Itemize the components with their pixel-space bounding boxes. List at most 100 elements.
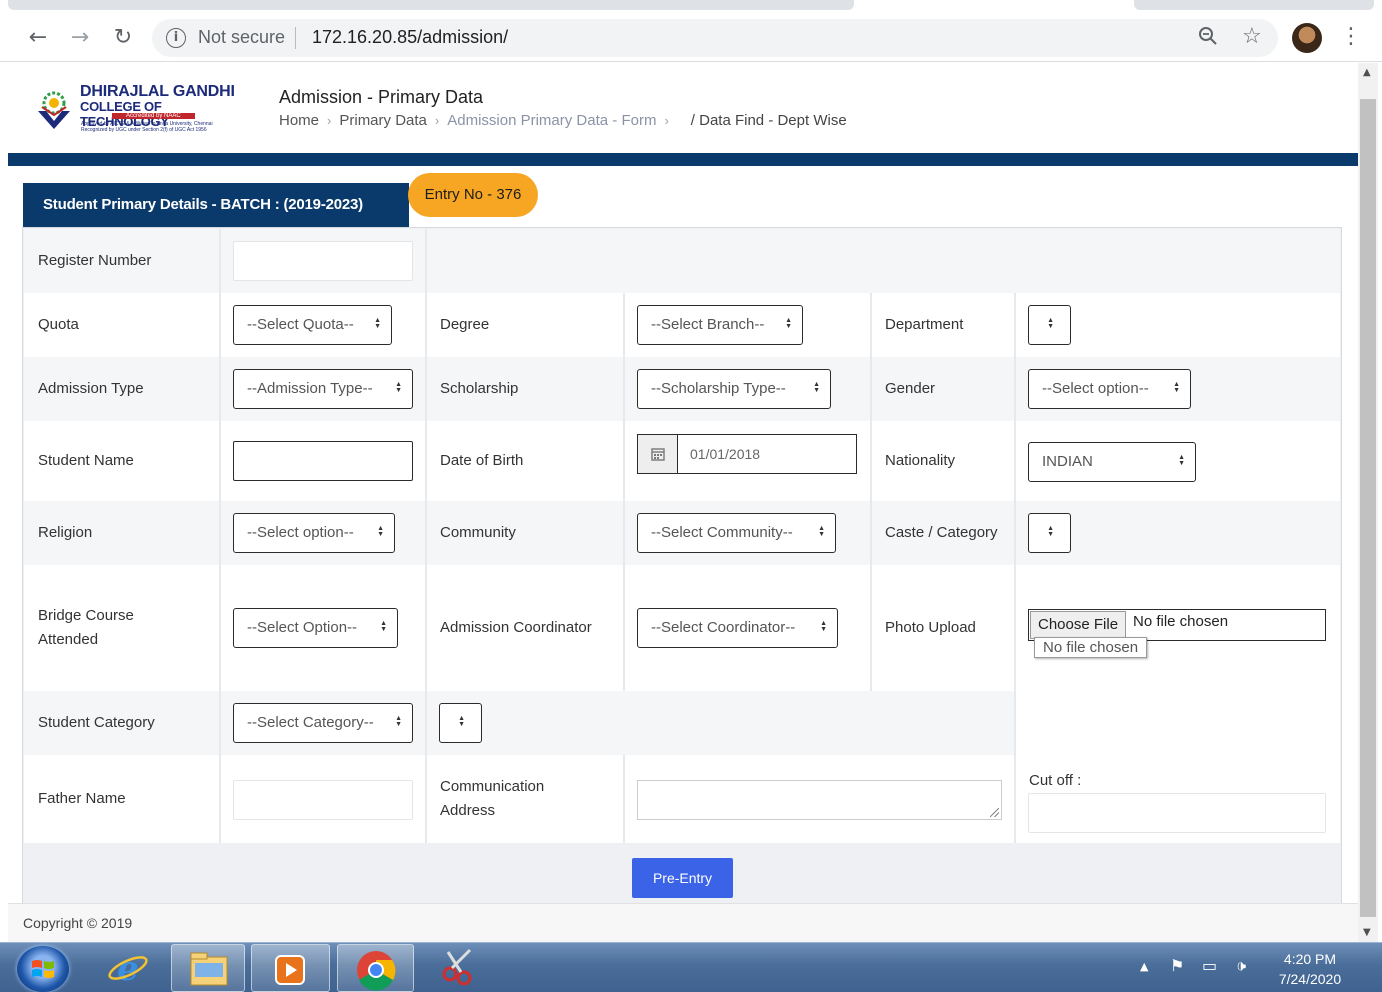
input-cell: --Select option-- ▲ ▼ bbox=[1016, 357, 1340, 421]
scrollbar-thumb[interactable] bbox=[1360, 99, 1376, 917]
calendar-icon[interactable] bbox=[637, 434, 677, 474]
divider bbox=[295, 27, 296, 49]
input-cell: --Select Community-- ▲ ▼ bbox=[625, 501, 872, 565]
sort-arrows-icon: ▲ ▼ bbox=[380, 620, 387, 634]
input-cell: ▲ ▼ bbox=[1016, 501, 1340, 565]
input-cell bbox=[221, 755, 427, 843]
file-explorer-taskbar-icon[interactable] bbox=[171, 944, 245, 992]
admission-type-label: Admission Type bbox=[38, 380, 144, 397]
internet-explorer-taskbar-icon[interactable]: e bbox=[100, 944, 156, 992]
scroll-up-icon[interactable]: ▲ bbox=[1363, 67, 1371, 78]
student-category-value: --Select Category-- bbox=[247, 714, 374, 731]
register-number-input[interactable] bbox=[233, 241, 413, 281]
address-label: Communication Address bbox=[440, 775, 544, 823]
form-row: Student Category --Select Category-- ▲ ▼ ▲… bbox=[24, 691, 1340, 755]
caste-label: Caste / Category bbox=[885, 524, 998, 541]
sort-arrows-icon: ▲ ▼ bbox=[1047, 525, 1054, 539]
dob-input[interactable]: 01/01/2018 bbox=[677, 434, 857, 474]
browser-tab[interactable] bbox=[1134, 0, 1374, 10]
windows-taskbar: e ▲ ⚑ ▭ 🕩 4:20 PM 7/24/2020 bbox=[0, 942, 1382, 992]
header-band bbox=[8, 153, 1358, 166]
student-name-input[interactable] bbox=[233, 441, 413, 481]
input-cell bbox=[221, 421, 427, 501]
profile-avatar[interactable] bbox=[1292, 23, 1322, 53]
college-logo[interactable]: DHIRAJLAL GANDHI COLLEGE OF TECHNOLOGY A… bbox=[32, 83, 252, 135]
info-icon[interactable]: i bbox=[166, 28, 186, 48]
coordinator-select[interactable]: --Select Coordinator-- ▲ ▼ bbox=[637, 608, 838, 648]
bridge-course-select[interactable]: --Select Option-- ▲ ▼ bbox=[233, 608, 398, 648]
scholarship-select[interactable]: --Scholarship Type-- ▲ ▼ bbox=[637, 369, 831, 409]
volume-icon[interactable]: 🕩 bbox=[1236, 956, 1246, 976]
nationality-label: Nationality bbox=[885, 452, 956, 469]
register-number-label: Register Number bbox=[38, 252, 152, 269]
network-icon[interactable]: ▭ bbox=[1202, 956, 1217, 975]
input-cell bbox=[221, 229, 427, 293]
sort-arrows-icon: ▲ ▼ bbox=[813, 381, 820, 395]
address-label-line2: Address bbox=[440, 802, 496, 819]
degree-select[interactable]: --Select Branch-- ▲ ▼ bbox=[637, 305, 803, 345]
label-cell: Quota bbox=[24, 293, 221, 357]
dob-field[interactable]: 01/01/2018 bbox=[637, 434, 858, 474]
choose-file-button[interactable]: Choose File bbox=[1030, 611, 1127, 639]
gender-select[interactable]: --Select option-- ▲ ▼ bbox=[1028, 369, 1191, 409]
copyright-text: Copyright © 2019 bbox=[23, 915, 133, 931]
browser-tab[interactable] bbox=[8, 0, 854, 10]
address-bar[interactable]: i Not secure 172.16.20.85/admission/ ☆ bbox=[152, 19, 1278, 57]
student-category-label: Student Category bbox=[38, 714, 155, 731]
sort-arrows-icon: ▲ ▼ bbox=[1047, 317, 1054, 331]
label-cell: Nationality bbox=[872, 421, 1016, 501]
breadcrumb-home[interactable]: Home bbox=[279, 112, 319, 129]
admission-type-value: --Admission Type-- bbox=[247, 380, 373, 397]
action-center-flag-icon[interactable]: ⚑ bbox=[1170, 956, 1184, 975]
entry-number-badge: Entry No - 376 bbox=[408, 173, 538, 217]
caste-select[interactable]: ▲ ▼ bbox=[1028, 513, 1071, 553]
reload-icon[interactable]: ↻ bbox=[109, 24, 137, 52]
label-cell: Caste / Category bbox=[872, 501, 1016, 565]
breadcrumb-form[interactable]: Admission Primary Data - Form bbox=[447, 112, 656, 129]
cutoff-input[interactable] bbox=[1028, 793, 1326, 833]
url-text[interactable]: 172.16.20.85/admission/ bbox=[312, 27, 508, 48]
system-clock[interactable]: 4:20 PM 7/24/2020 bbox=[1270, 949, 1350, 989]
form-row: Admission Type --Admission Type-- ▲ ▼ Scho… bbox=[24, 357, 1340, 421]
degree-value: --Select Branch-- bbox=[651, 316, 765, 333]
label-cell: Student Name bbox=[24, 421, 221, 501]
forward-icon[interactable]: → bbox=[66, 24, 94, 52]
bookmark-star-icon[interactable]: ☆ bbox=[1242, 24, 1262, 49]
nationality-select[interactable]: INDIAN ▲ ▼ bbox=[1028, 442, 1196, 482]
input-cell: --Select Branch-- ▲ ▼ bbox=[625, 293, 872, 357]
snipping-tool-taskbar-icon[interactable] bbox=[428, 944, 488, 992]
breadcrumb-primary-data[interactable]: Primary Data bbox=[339, 112, 427, 129]
form-row: Religion --Select option-- ▲ ▼ Community -… bbox=[24, 501, 1340, 565]
address-textarea[interactable] bbox=[637, 780, 1002, 820]
chrome-taskbar-icon[interactable] bbox=[337, 944, 414, 992]
scroll-down-icon[interactable]: ▼ bbox=[1363, 927, 1371, 938]
photo-upload-label: Photo Upload bbox=[885, 619, 976, 636]
community-select[interactable]: --Select Community-- ▲ ▼ bbox=[637, 513, 836, 553]
religion-select[interactable]: --Select option-- ▲ ▼ bbox=[233, 513, 395, 553]
start-button[interactable] bbox=[17, 946, 69, 992]
zoom-icon[interactable] bbox=[1198, 26, 1218, 51]
resize-grip-icon[interactable] bbox=[990, 808, 999, 817]
show-hidden-icons[interactable]: ▲ bbox=[1140, 960, 1148, 973]
page-scrollbar[interactable]: ▲ ▼ bbox=[1358, 63, 1378, 942]
department-select[interactable]: ▲ ▼ bbox=[1028, 305, 1071, 345]
quota-label: Quota bbox=[38, 316, 79, 333]
media-player-taskbar-icon[interactable] bbox=[251, 944, 330, 992]
menu-dots-icon[interactable]: ⋮ bbox=[1340, 24, 1362, 49]
breadcrumb-current: / Data Find - Dept Wise bbox=[690, 112, 847, 129]
input-cell: --Select Category-- ▲ ▼ bbox=[221, 691, 427, 755]
admission-type-select[interactable]: --Admission Type-- ▲ ▼ bbox=[233, 369, 413, 409]
back-icon[interactable]: ← bbox=[24, 24, 52, 52]
label-cell: Gender bbox=[872, 357, 1016, 421]
degree-label: Degree bbox=[440, 316, 490, 333]
sub-category-select[interactable]: ▲ ▼ bbox=[439, 703, 482, 743]
pre-entry-button[interactable]: Pre-Entry bbox=[632, 858, 733, 898]
student-category-select[interactable]: --Select Category-- ▲ ▼ bbox=[233, 703, 413, 743]
logo-fine-print: Recognized by UGC under Section 2(f) of … bbox=[81, 127, 207, 133]
label-cell: Student Category bbox=[24, 691, 221, 755]
input-cell: INDIAN ▲ ▼ bbox=[1016, 421, 1340, 501]
father-name-input[interactable] bbox=[233, 780, 413, 820]
cutoff-label: Cut off : bbox=[1029, 772, 1082, 789]
coordinator-label: Admission Coordinator bbox=[440, 619, 592, 636]
quota-select[interactable]: --Select Quota-- ▲ ▼ bbox=[233, 305, 392, 345]
